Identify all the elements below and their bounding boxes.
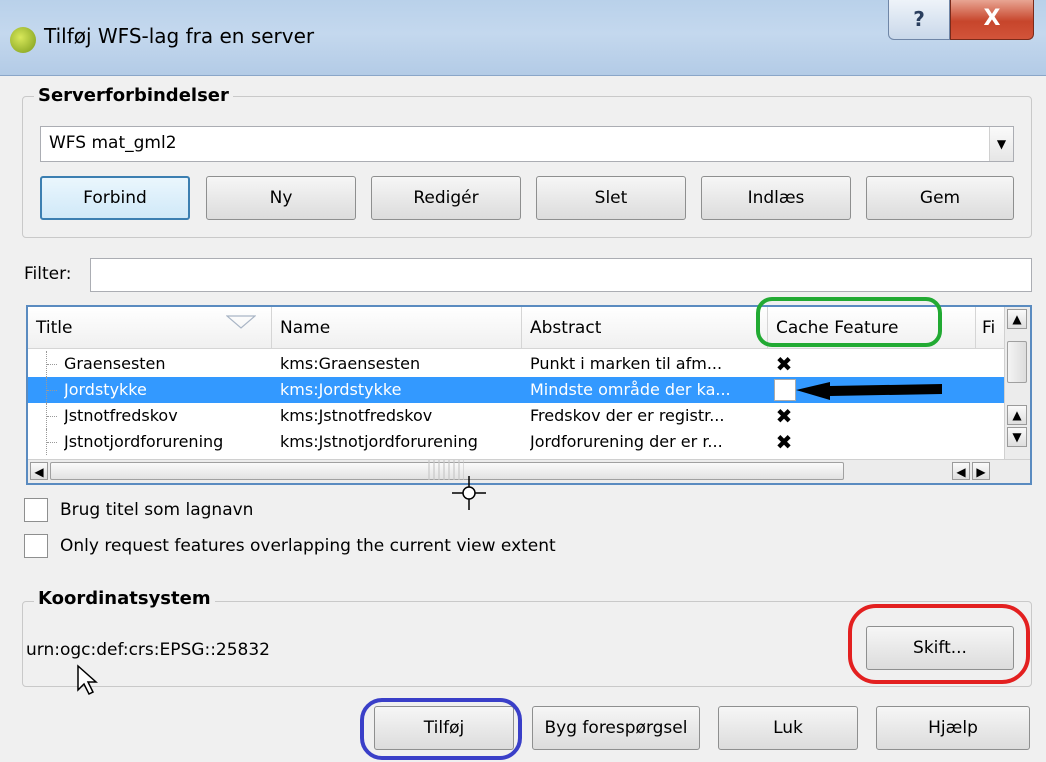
server-select[interactable]: WFS mat_gml2 ▼ <box>40 126 1014 162</box>
cache-feature-checkbox[interactable]: ✖ <box>774 354 794 374</box>
filter-input[interactable] <box>90 258 1032 292</box>
column-header-cache-feature[interactable]: Cache Feature <box>768 307 976 349</box>
server-connections-title: Serverforbindelser <box>34 85 233 106</box>
column-header-name[interactable]: Name <box>272 307 522 349</box>
cell-name: kms:Jordstykke <box>280 380 402 399</box>
cache-feature-checkbox[interactable]: ✖ <box>774 406 794 426</box>
cell-abstract: Fredskov der er registr... <box>530 406 725 425</box>
close-button[interactable]: Luk <box>718 706 858 750</box>
tree-branch-line <box>46 403 60 429</box>
cell-title: Graensesten <box>64 354 166 373</box>
connect-button[interactable]: Forbind <box>40 176 190 220</box>
scroll-up-small-icon[interactable]: ▲ <box>1007 405 1027 425</box>
sort-indicator-icon <box>226 315 256 329</box>
vertical-scroll-thumb[interactable] <box>1007 341 1027 383</box>
use-title-label: Brug titel som lagnavn <box>60 500 254 520</box>
cell-title: Jstnotjordforurening <box>64 432 224 451</box>
horizontal-scrollbar[interactable]: ◀ ◀ ▶ <box>28 459 1030 483</box>
server-select-value: WFS mat_gml2 <box>49 133 177 153</box>
only-extent-checkbox[interactable] <box>24 534 48 558</box>
cell-abstract: Jordforurening der er r... <box>530 432 723 451</box>
column-header-title[interactable]: Title <box>28 307 272 349</box>
cell-name: kms:Graensesten <box>280 354 421 373</box>
table-row[interactable]: Jstnotfredskov kms:Jstnotfredskov Fredskov… <box>28 403 1004 429</box>
help-title-button[interactable]: ? <box>888 0 950 40</box>
scroll-down-icon[interactable]: ▼ <box>1007 427 1027 447</box>
scroll-left-end-icon[interactable]: ◀ <box>952 462 970 480</box>
column-header-filter[interactable]: Fi <box>976 307 1006 349</box>
cell-title: Jordstykke <box>64 380 147 399</box>
chevron-down-icon[interactable]: ▼ <box>989 127 1013 161</box>
table-row[interactable]: Graensesten kms:Graensesten Punkt i marken… <box>28 351 1004 377</box>
new-connection-button[interactable]: Ny <box>206 176 356 220</box>
table-row[interactable]: Jordstykke kms:Jordstykke Mindste område d… <box>28 377 1004 403</box>
column-header-title-label: Title <box>36 318 73 338</box>
vertical-scrollbar[interactable]: ▲ ▲ ▼ <box>1004 307 1030 459</box>
cell-abstract: Punkt i marken til afm... <box>530 354 723 373</box>
add-layer-button[interactable]: Tilføj <box>374 706 514 750</box>
delete-connection-button[interactable]: Slet <box>536 176 686 220</box>
scroll-up-icon[interactable]: ▲ <box>1007 309 1027 329</box>
window-title: Tilføj WFS-lag fra en server <box>44 24 315 48</box>
tree-branch-line <box>46 377 60 403</box>
move-cursor-icon <box>452 476 486 510</box>
tree-branch-line <box>46 429 60 455</box>
scroll-right-icon[interactable]: ▶ <box>972 462 990 480</box>
edit-connection-button[interactable]: Redigér <box>371 176 521 220</box>
qgis-app-icon <box>10 27 36 53</box>
layer-table: Title Name Abstract Cache Feature Fi Gra… <box>26 305 1032 485</box>
table-row[interactable]: Jstnotjordforurening kms:Jstnotjordforure… <box>28 429 1004 455</box>
cache-feature-checkbox[interactable] <box>774 379 796 401</box>
only-extent-label: Only request features overlapping the cu… <box>60 536 556 556</box>
load-connections-button[interactable]: Indlæs <box>701 176 851 220</box>
crs-value: urn:ogc:def:crs:EPSG::25832 <box>26 640 271 660</box>
cell-abstract: Mindste område der ka... <box>530 380 731 399</box>
mouse-pointer-icon <box>77 664 98 696</box>
filter-label: Filter: <box>24 264 72 284</box>
scroll-left-icon[interactable]: ◀ <box>30 462 48 480</box>
cache-feature-checkbox[interactable]: ✖ <box>774 432 794 452</box>
use-title-checkbox[interactable] <box>24 498 48 522</box>
save-connections-button[interactable]: Gem <box>866 176 1014 220</box>
cell-name: kms:Jstnotjordforurening <box>280 432 478 451</box>
tree-branch-line <box>46 351 60 377</box>
cell-name: kms:Jstnotfredskov <box>280 406 433 425</box>
change-crs-button[interactable]: Skift... <box>866 626 1014 670</box>
column-header-abstract[interactable]: Abstract <box>522 307 768 349</box>
close-window-button[interactable]: X <box>950 0 1034 40</box>
cell-title: Jstnotfredskov <box>64 406 178 425</box>
build-query-button[interactable]: Byg forespørgsel <box>532 706 700 750</box>
help-button[interactable]: Hjælp <box>876 706 1030 750</box>
crs-group-title: Koordinatsystem <box>34 588 215 609</box>
